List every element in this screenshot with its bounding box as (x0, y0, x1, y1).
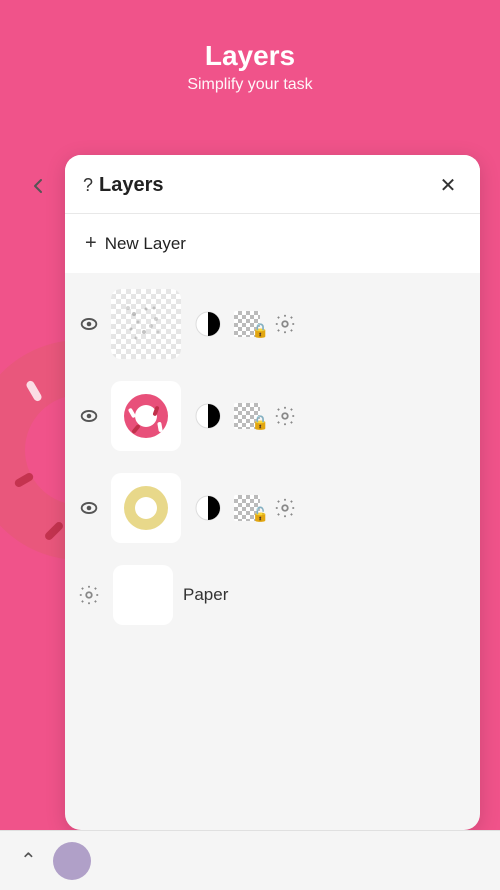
blend-mode-button[interactable] (193, 401, 223, 431)
alpha-lock-button[interactable]: 🔒 (229, 311, 265, 337)
layer-row: 🔒 (65, 281, 480, 367)
paper-row: Paper (65, 557, 480, 633)
lock-icon: 🔒 (252, 414, 269, 431)
page-subtitle: Simplify your task (20, 76, 480, 94)
lock-icon: 🔒 (252, 322, 269, 339)
lock-icon: 🔓 (252, 506, 269, 523)
paper-label: Paper (183, 585, 228, 605)
layers-panel: ? Layers ✕ + New Layer (65, 155, 480, 830)
visibility-toggle[interactable] (75, 310, 103, 338)
blend-mode-button[interactable] (193, 493, 223, 523)
visibility-toggle[interactable] (75, 494, 103, 522)
collapse-button[interactable]: ⌃ (20, 848, 37, 873)
new-layer-button[interactable]: + New Layer (65, 214, 480, 273)
panel-content: + New Layer (65, 214, 480, 829)
help-icon[interactable]: ? (83, 175, 93, 196)
page-title: Layers (20, 40, 480, 72)
layer-controls: 🔒 (193, 401, 299, 431)
layer-thumbnail[interactable] (111, 381, 181, 451)
alpha-lock-button[interactable]: 🔓 (229, 495, 265, 521)
layer-row: 🔓 (65, 465, 480, 551)
panel-title: Layers (99, 174, 164, 197)
new-layer-label: New Layer (105, 234, 186, 254)
paper-settings-button[interactable] (75, 581, 103, 609)
layer-settings-button[interactable] (271, 402, 299, 430)
layer-settings-button[interactable] (271, 310, 299, 338)
title-group: ? Layers (83, 174, 164, 197)
back-button[interactable] (20, 168, 56, 204)
layer-controls: 🔒 (193, 309, 299, 339)
avatar[interactable] (53, 842, 91, 880)
layer-settings-button[interactable] (271, 494, 299, 522)
alpha-lock-button[interactable]: 🔒 (229, 403, 265, 429)
layer-row: 🔒 (65, 373, 480, 459)
close-button[interactable]: ✕ (434, 171, 462, 199)
layer-thumbnail[interactable] (111, 289, 181, 359)
bottom-bar: ⌃ (0, 830, 500, 890)
panel-header: ? Layers ✕ (65, 155, 480, 214)
layer-thumbnail[interactable] (111, 473, 181, 543)
blend-mode-button[interactable] (193, 309, 223, 339)
layer-controls: 🔓 (193, 493, 299, 523)
visibility-toggle[interactable] (75, 402, 103, 430)
plus-icon: + (85, 232, 97, 255)
paper-thumbnail[interactable] (113, 565, 173, 625)
header: Layers Simplify your task (0, 0, 500, 114)
